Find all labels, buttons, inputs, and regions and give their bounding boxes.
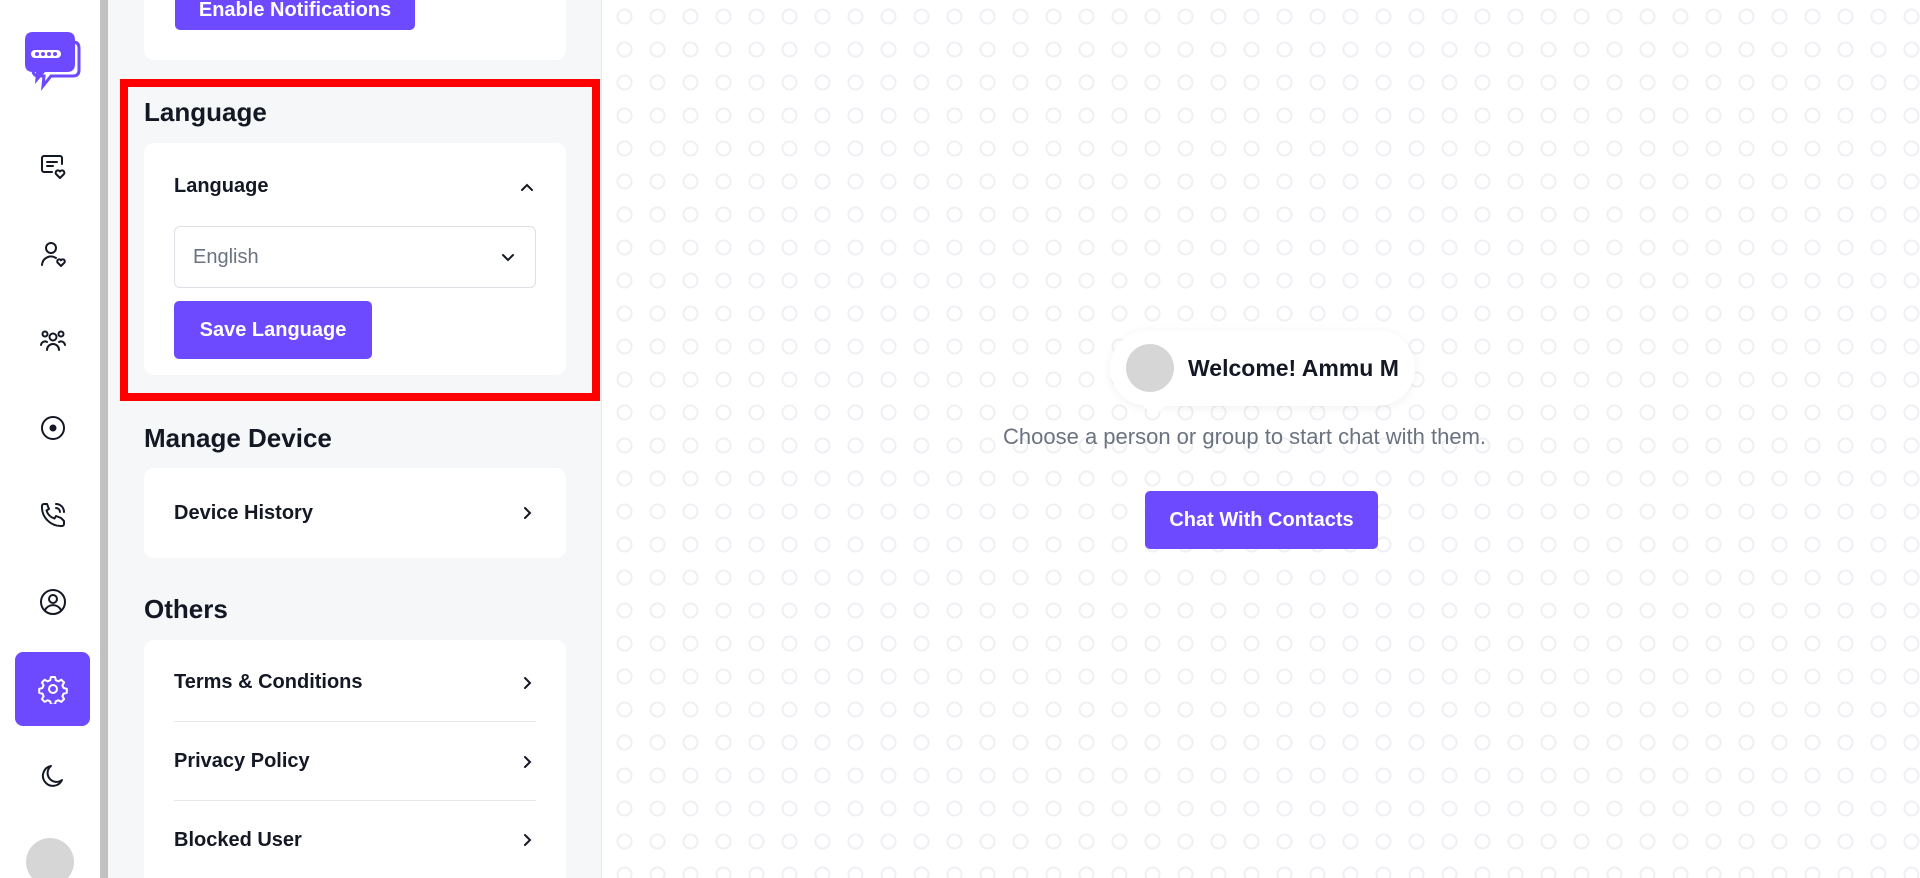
- rail-chats-button[interactable]: [15, 130, 90, 204]
- chevron-right-icon: [524, 507, 532, 519]
- language-section-title: Language: [144, 97, 267, 127]
- terms-conditions-row[interactable]: Terms & Conditions: [174, 644, 536, 722]
- manage-device-section-title: Manage Device: [144, 423, 332, 453]
- settings-panel: Enable Notifications Language Language E…: [108, 0, 602, 878]
- rail-profile-button[interactable]: [15, 565, 90, 639]
- save-language-button[interactable]: Save Language: [174, 301, 372, 359]
- others-card: Terms & Conditions Privacy Policy Blocke…: [144, 640, 566, 878]
- groups-icon: [39, 330, 66, 351]
- welcome-bubble: Welcome! Ammu M: [1110, 330, 1415, 418]
- chevron-up-icon: [521, 183, 533, 191]
- user-avatar[interactable]: [26, 838, 74, 878]
- left-rail: [0, 0, 100, 878]
- enable-notifications-button[interactable]: Enable Notifications: [175, 0, 415, 30]
- privacy-policy-row[interactable]: Privacy Policy: [174, 723, 536, 801]
- welcome-subtitle: Choose a person or group to start chat w…: [1003, 424, 1487, 449]
- contacts-icon: [40, 242, 66, 267]
- rail-status-button[interactable]: [15, 391, 90, 465]
- language-card-title: Language: [174, 175, 269, 197]
- app-logo-icon[interactable]: [15, 26, 85, 92]
- privacy-policy-label: Privacy Policy: [174, 750, 310, 772]
- rail-settings-button[interactable]: [15, 652, 90, 726]
- settings-icon: [37, 676, 68, 704]
- chevron-right-icon: [524, 755, 532, 768]
- manage-device-card: Device History: [144, 468, 566, 558]
- chat-with-contacts-button[interactable]: Chat With Contacts: [1145, 491, 1378, 549]
- rail-contacts-button[interactable]: [15, 217, 90, 291]
- rail-calls-button[interactable]: [15, 478, 90, 552]
- language-accordion-header[interactable]: Language: [174, 175, 536, 198]
- rail-groups-button[interactable]: [15, 304, 90, 378]
- welcome-text: Welcome! Ammu M: [1188, 354, 1399, 381]
- status-icon: [40, 416, 65, 440]
- rail-theme-button[interactable]: [15, 739, 90, 813]
- blocked-user-label: Blocked User: [174, 828, 302, 851]
- welcome-avatar: [1126, 344, 1174, 392]
- rail-scrollbar[interactable]: [100, 0, 108, 878]
- device-history-label: Device History: [174, 501, 313, 524]
- language-card: Language English Save Language: [144, 143, 566, 375]
- language-select[interactable]: English: [174, 226, 536, 288]
- chevron-down-icon: [502, 254, 514, 262]
- calls-icon: [40, 503, 65, 528]
- terms-conditions-label: Terms & Conditions: [174, 671, 363, 693]
- blocked-user-row[interactable]: Blocked User: [174, 801, 536, 878]
- others-section-title: Others: [144, 594, 228, 624]
- device-history-row[interactable]: Device History: [174, 474, 536, 552]
- moon-icon: [41, 765, 63, 787]
- chat-heart-icon: [40, 155, 65, 179]
- chevron-right-icon: [524, 834, 532, 846]
- language-select-value: English: [193, 245, 259, 268]
- chevron-right-icon: [524, 676, 532, 689]
- notifications-card: Enable Notifications: [144, 0, 566, 60]
- profile-icon: [39, 589, 66, 615]
